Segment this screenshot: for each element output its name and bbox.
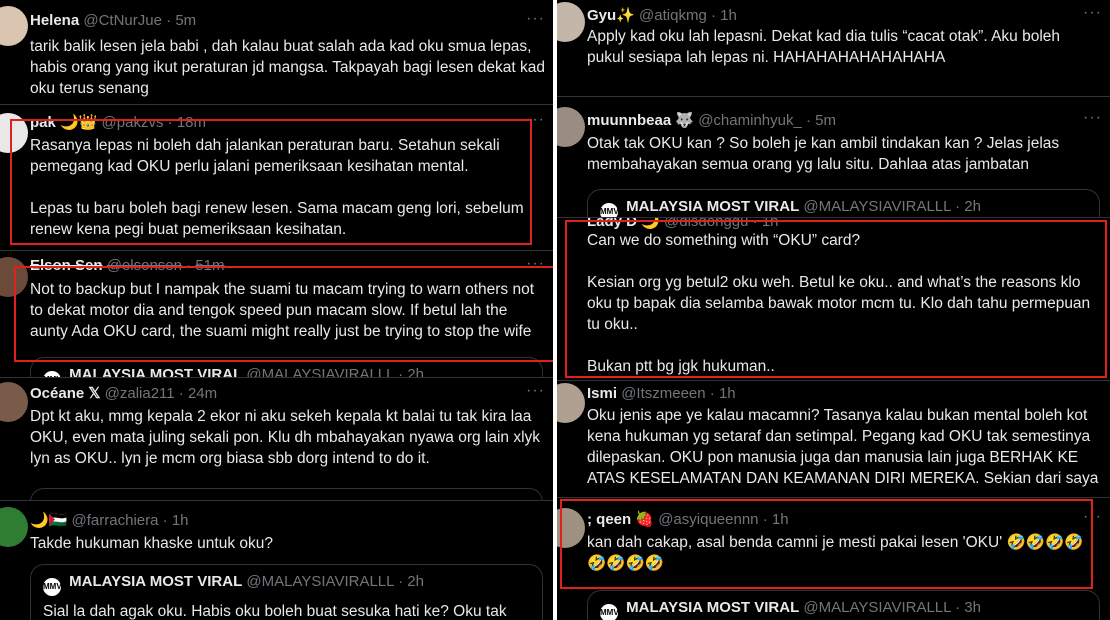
author-handle[interactable]: @pakzvs [102, 114, 164, 131]
tweet-text: Not to backup but I nampak the suami tu … [30, 281, 534, 340]
timestamp[interactable]: 51m [195, 257, 224, 274]
avatar[interactable] [0, 257, 28, 297]
quoted-timestamp[interactable]: 2h [964, 198, 981, 215]
tweet-text: Takde hukuman khaske untuk oku? [30, 535, 273, 552]
tweet-elson-sen[interactable]: Elson Sen @elsonsen · 51m ··· Not to bac… [0, 251, 553, 378]
mmv-logo-icon: MMV [600, 203, 619, 217]
quoted-author-name[interactable]: MALAYSIA MOST VIRAL [626, 198, 799, 215]
author-handle[interactable]: @zalia211 [105, 385, 175, 402]
timestamp[interactable]: 1h [719, 385, 736, 402]
timestamp[interactable]: 1h [720, 7, 737, 24]
author-name[interactable]: muunnbeaa 🐺 [587, 112, 694, 129]
tweet-text: Rasanya lepas ni boleh dah jalankan pera… [30, 137, 524, 238]
tweet-text: tarik balik lesen jela babi , dah kalau … [30, 38, 546, 97]
more-options-icon[interactable]: ··· [1083, 4, 1102, 22]
mmv-logo-icon: MMV [600, 604, 619, 620]
tweet-text: Otak tak OKU kan ? So boleh je kan ambil… [587, 135, 1060, 173]
tweet-oceane[interactable]: Océane 𝕏 @zalia211 · 24m ··· Dpt kt aku,… [0, 378, 553, 501]
tweet-gyu[interactable]: Gyu✨ @atiqkmg · 1h ··· Apply kad oku lah… [557, 0, 1110, 97]
more-options-icon[interactable]: ··· [1083, 109, 1102, 127]
tweet-qeen[interactable]: ; qeen 🍓 @asyiqueennn · 1h ··· kan dah c… [557, 498, 1110, 620]
more-options-icon[interactable]: ··· [1083, 508, 1102, 526]
author-name[interactable]: Elson Sen [30, 257, 103, 274]
tweet-farrachiera[interactable]: 🌙🇵🇸 @farrachiera · 1h Takde hukuman khas… [0, 501, 553, 620]
more-options-icon[interactable]: ··· [526, 111, 545, 129]
timestamp[interactable]: 1h [772, 511, 789, 528]
quoted-timestamp[interactable]: 2h [407, 366, 424, 377]
author-handle[interactable]: @Itszmeeen [621, 385, 705, 402]
author-name[interactable]: Helena [30, 12, 79, 29]
quoted-tweet[interactable]: MMV MALAYSIA MOST VIRAL @MALAYSIAVIRALLL… [30, 564, 543, 620]
quoted-author-handle[interactable]: @MALAYSIAVIRALLL [803, 599, 951, 616]
tweet-helena[interactable]: Helena @CtNurJue · 5m ··· tarik balik le… [0, 0, 553, 105]
avatar[interactable] [0, 382, 28, 422]
author-name[interactable]: Lady D 🌙 [587, 218, 660, 230]
quoted-tweet[interactable]: MMV MALAYSIA MOST VIRAL @MALAYSIAVIRALLL… [30, 357, 543, 377]
tweet-ismi[interactable]: Ismi @Itszmeeen · 1h Oku jenis ape ye ka… [557, 381, 1110, 498]
author-handle[interactable]: @asyiqueennn [658, 511, 758, 528]
tweet-lady-d[interactable]: Lady D 🌙 @disdonggu · 1h Can we do somet… [557, 218, 1110, 381]
tweet-text: Oku jenis ape ye kalau macamni? Tasanya … [587, 407, 1099, 487]
timestamp[interactable]: 5m [175, 12, 196, 29]
quoted-author-handle[interactable]: @MALAYSIAVIRALLL [246, 366, 394, 377]
avatar[interactable] [557, 2, 585, 42]
avatar[interactable] [0, 113, 28, 153]
avatar[interactable] [0, 6, 28, 46]
tweet-text: Can we do something with “OKU” card? Kes… [587, 232, 1091, 375]
quoted-timestamp[interactable]: 3h [964, 599, 981, 616]
more-options-icon[interactable]: ··· [526, 382, 545, 400]
left-column: Helena @CtNurJue · 5m ··· tarik balik le… [0, 0, 553, 620]
author-name[interactable]: Gyu✨ [587, 7, 635, 24]
tweet-text: Dpt kt aku, mmg kepala 2 ekor ni aku sek… [30, 408, 541, 467]
mmv-logo-icon: MMV [43, 371, 62, 377]
quoted-tweet[interactable] [30, 488, 543, 500]
quoted-text: Sial la dah agak oku. Habis oku boleh bu… [43, 603, 507, 620]
author-name[interactable]: Ismi [587, 385, 617, 402]
more-options-icon[interactable]: ··· [526, 10, 545, 28]
quoted-author-name[interactable]: MALAYSIA MOST VIRAL [69, 366, 242, 377]
tweet-text: kan dah cakap, asal benda camni je mesti… [587, 534, 1084, 572]
right-column: Gyu✨ @atiqkmg · 1h ··· Apply kad oku lah… [557, 0, 1110, 620]
timestamp[interactable]: 1h [172, 512, 189, 529]
author-name[interactable]: ; qeen 🍓 [587, 511, 654, 528]
timestamp[interactable]: 24m [188, 385, 217, 402]
author-handle[interactable]: @farrachiera [72, 512, 159, 529]
tweet-muunnbeaa[interactable]: muunnbeaa 🐺 @chaminhyuk_ · 5m ··· Otak t… [557, 97, 1110, 218]
mmv-logo-icon: MMV [43, 578, 62, 596]
timestamp[interactable]: 1h [762, 218, 779, 230]
quoted-author-name[interactable]: MALAYSIA MOST VIRAL [626, 599, 799, 616]
quoted-author-name[interactable]: MALAYSIA MOST VIRAL [69, 573, 242, 590]
author-handle[interactable]: @CtNurJue [83, 12, 162, 29]
author-name[interactable]: pak 🌙👑 [30, 114, 97, 131]
timestamp[interactable]: 18m [177, 114, 206, 131]
author-handle[interactable]: @disdonggu [664, 218, 748, 230]
tweet-text: Apply kad oku lah lepasni. Dekat kad dia… [587, 28, 1061, 66]
timestamp[interactable]: 5m [815, 112, 836, 129]
author-name[interactable]: Océane 𝕏 [30, 385, 100, 402]
author-name[interactable]: 🌙🇵🇸 [30, 512, 67, 529]
quoted-tweet[interactable]: MMV MALAYSIA MOST VIRAL @MALAYSIAVIRALLL… [587, 590, 1100, 620]
avatar[interactable] [0, 507, 28, 547]
quoted-author-handle[interactable]: @MALAYSIAVIRALLL [246, 573, 394, 590]
avatar[interactable] [557, 508, 585, 548]
tweet-pak[interactable]: pak 🌙👑 @pakzvs · 18m ··· Rasanya lepas n… [0, 105, 553, 251]
quoted-author-handle[interactable]: @MALAYSIAVIRALLL [803, 198, 951, 215]
avatar[interactable] [557, 383, 585, 423]
quoted-tweet[interactable]: MMV MALAYSIA MOST VIRAL @MALAYSIAVIRALLL… [587, 189, 1100, 217]
quoted-timestamp[interactable]: 2h [407, 573, 424, 590]
avatar[interactable] [557, 107, 585, 147]
author-handle[interactable]: @atiqkmg [639, 7, 707, 24]
author-handle[interactable]: @elsonsen [107, 257, 182, 274]
author-handle[interactable]: @chaminhyuk_ [698, 112, 802, 129]
more-options-icon[interactable]: ··· [526, 255, 545, 273]
